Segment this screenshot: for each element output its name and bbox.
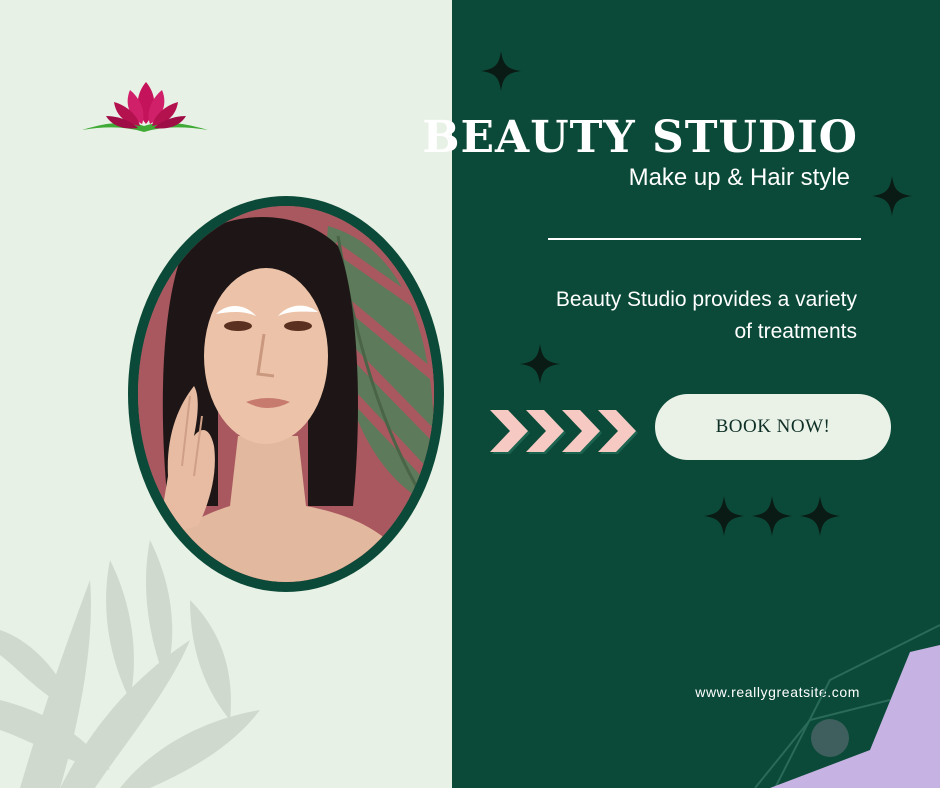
four-point-star-icon: [872, 176, 912, 216]
model-portrait-image: [138, 206, 434, 582]
chevron-right-icon: [598, 410, 638, 454]
four-point-star-icon: [752, 496, 792, 536]
chevron-arrows-decoration: [490, 410, 638, 454]
portrait-frame: [128, 196, 444, 592]
chevron-right-icon: [526, 410, 566, 454]
four-point-star-icon: [800, 496, 840, 536]
subtitle: Make up & Hair style: [628, 164, 850, 191]
book-now-button[interactable]: BOOK NOW!: [655, 394, 891, 460]
corner-geometric-decoration: [754, 624, 940, 788]
divider-line: [548, 238, 861, 240]
description-text: Beauty Studio provides a variety of trea…: [555, 288, 857, 343]
four-point-star-icon: [520, 344, 560, 384]
four-point-star-icon: [481, 51, 521, 91]
chevron-right-icon: [490, 410, 530, 454]
chevron-right-icon: [562, 410, 602, 454]
page-title: BEAUTY STUDIO: [422, 112, 858, 163]
four-point-star-icon: [704, 496, 744, 536]
